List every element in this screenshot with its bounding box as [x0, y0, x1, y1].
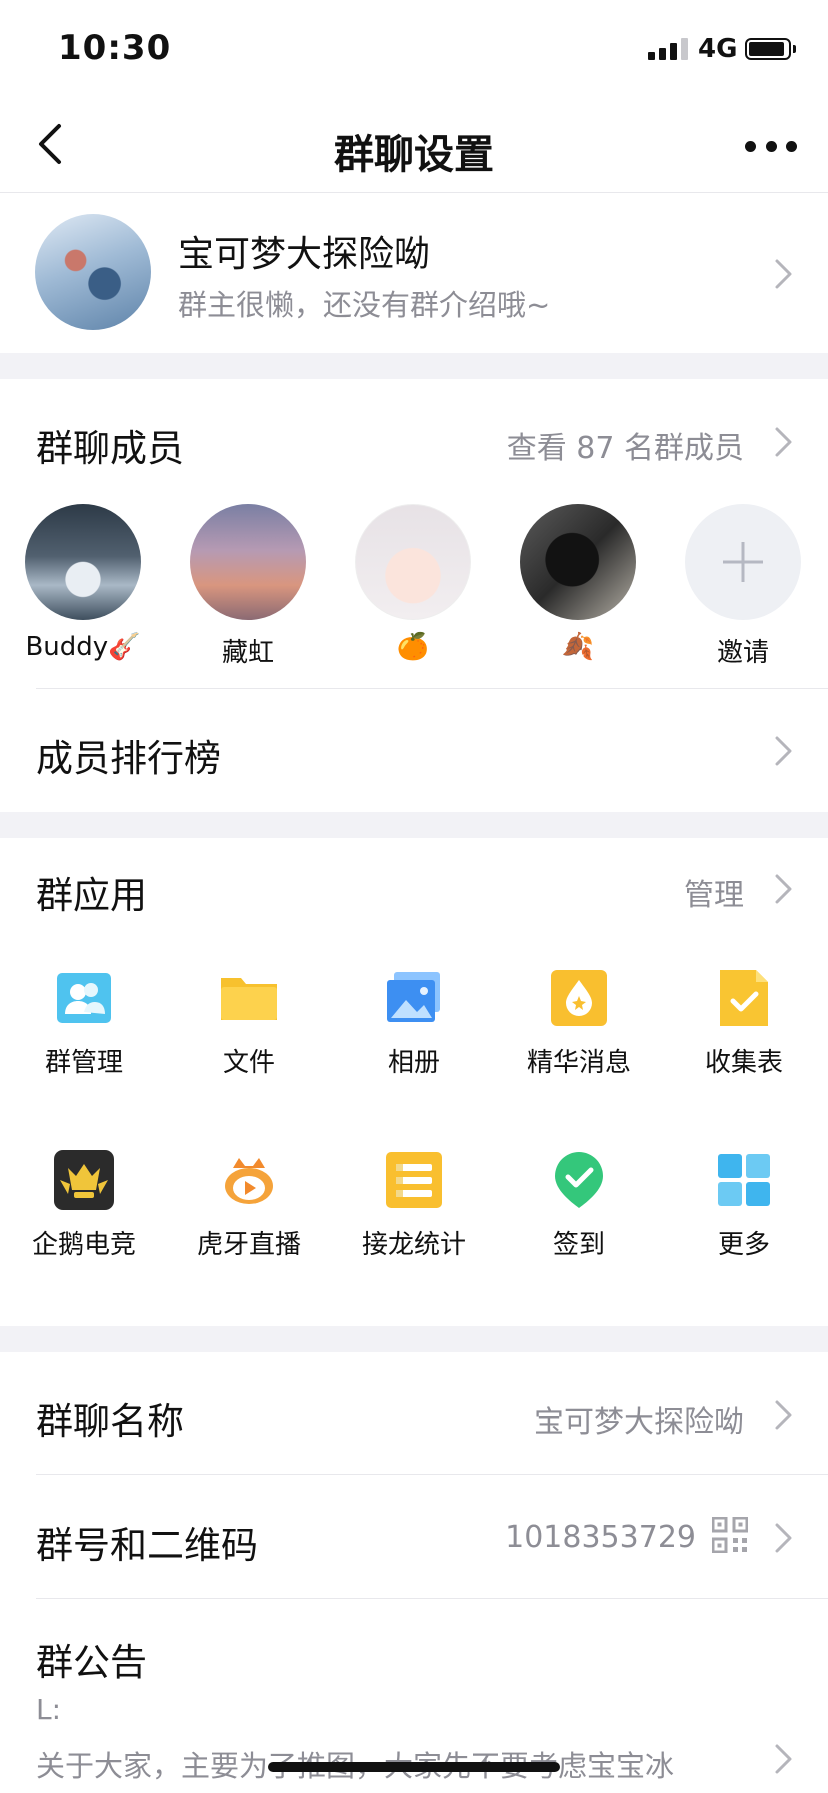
- avatar: [520, 504, 636, 620]
- app-files[interactable]: 文件: [169, 968, 329, 1079]
- app-label: 文件: [222, 1048, 275, 1078]
- app-checkin[interactable]: 签到: [499, 1150, 659, 1261]
- manage-apps-link[interactable]: 管理: [684, 870, 744, 914]
- more-apps-icon: [714, 1150, 774, 1210]
- home-indicator: [268, 1762, 560, 1772]
- more-options-button[interactable]: [745, 128, 797, 164]
- network-type: 4G: [698, 34, 738, 64]
- esports-icon: [54, 1150, 114, 1210]
- app-collect-form[interactable]: 收集表: [664, 968, 824, 1079]
- plus-icon: [685, 504, 801, 620]
- section-gap: [0, 353, 828, 379]
- folder-icon: [219, 968, 279, 1028]
- huya-icon: [219, 1150, 279, 1210]
- app-esports[interactable]: 企鹅电竞: [4, 1150, 164, 1261]
- group-name-value: 宝可梦大探险呦: [534, 1405, 744, 1440]
- section-gap: [0, 812, 828, 838]
- app-essence[interactable]: 精华消息: [499, 968, 659, 1079]
- member-name: Buddy🎸: [25, 632, 141, 662]
- album-icon: [384, 968, 444, 1028]
- group-name-label: 群聊名称: [36, 1400, 184, 1443]
- member-item[interactable]: 藏虹: [173, 504, 323, 669]
- app-relay-stats[interactable]: 接龙统计: [334, 1150, 494, 1261]
- chevron-right-icon: [775, 259, 792, 289]
- dot: [786, 140, 797, 152]
- chevron-right-icon: [775, 1523, 792, 1553]
- chevron-right-icon: [775, 736, 792, 766]
- app-label: 精华消息: [526, 1048, 631, 1078]
- group-avatar[interactable]: [35, 214, 151, 330]
- group-manage-icon: [54, 968, 114, 1028]
- battery-icon: [745, 38, 796, 60]
- app-group-manage[interactable]: 群管理: [4, 968, 164, 1079]
- app-label: 收集表: [704, 1048, 783, 1078]
- members-title: 群聊成员: [36, 427, 184, 470]
- app-label: 企鹅电竞: [31, 1230, 136, 1260]
- checkin-icon: [549, 1150, 609, 1210]
- app-album[interactable]: 相册: [334, 968, 494, 1079]
- form-icon: [714, 968, 774, 1028]
- app-label: 签到: [552, 1230, 605, 1260]
- app-label: 群管理: [44, 1048, 123, 1078]
- chevron-right-icon: [775, 1744, 792, 1774]
- app-huya-live[interactable]: 虎牙直播: [169, 1150, 329, 1261]
- group-number-value: 1018353729: [505, 1520, 696, 1555]
- dot: [765, 140, 777, 152]
- group-name: 宝可梦大探险呦: [178, 234, 431, 275]
- member-name: 🍂: [561, 632, 595, 662]
- app-label: 相册: [387, 1048, 440, 1078]
- chevron-right-icon: [775, 427, 792, 457]
- avatar: [25, 504, 141, 620]
- invite-member-button[interactable]: 邀请: [668, 504, 818, 669]
- member-item[interactable]: 🍊: [338, 504, 488, 662]
- group-description: 群主很懒，还没有群介绍哦~: [178, 288, 551, 322]
- section-gap: [0, 1326, 828, 1352]
- relay-icon: [384, 1150, 444, 1210]
- signal-strength-icon: [648, 38, 688, 60]
- member-name: 藏虹: [221, 638, 274, 668]
- app-more[interactable]: 更多: [664, 1150, 824, 1261]
- status-time: 10:30: [58, 28, 172, 68]
- chevron-right-icon: [775, 1400, 792, 1430]
- avatar: [190, 504, 306, 620]
- apps-title: 群应用: [36, 874, 147, 917]
- member-name: 邀请: [716, 638, 769, 668]
- ranking-label: 成员排行榜: [36, 737, 221, 780]
- essence-icon: [549, 968, 609, 1028]
- dot: [745, 140, 756, 152]
- chevron-right-icon: [775, 874, 792, 904]
- announcement-line-1: L:: [36, 1693, 62, 1726]
- member-item[interactable]: Buddy🎸: [8, 504, 158, 662]
- app-label: 更多: [717, 1230, 770, 1260]
- view-all-members-link[interactable]: 查看 87 名群成员: [507, 423, 744, 467]
- member-item[interactable]: 🍂: [503, 504, 653, 662]
- group-number-label: 群号和二维码: [36, 1524, 258, 1567]
- app-label: 虎牙直播: [196, 1230, 301, 1260]
- qr-code-icon: [712, 1517, 748, 1553]
- announcement-label: 群公告: [36, 1641, 147, 1684]
- avatar: [355, 504, 471, 620]
- page-title: 群聊设置: [334, 132, 494, 178]
- app-label: 接龙统计: [361, 1230, 466, 1260]
- member-name: 🍊: [396, 632, 430, 662]
